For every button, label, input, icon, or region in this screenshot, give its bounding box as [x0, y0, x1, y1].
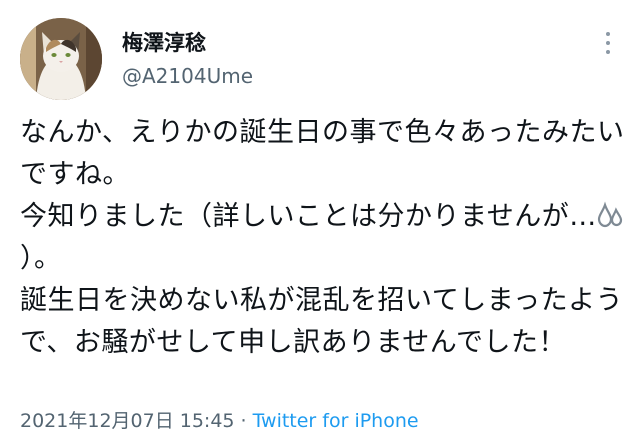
more-dots-icon — [606, 32, 610, 36]
tweet-text: なんか、えりかの誕生日の事で色々あったみたいですね。 今知りました（詳しいことは… — [20, 112, 625, 364]
meta-separator: · — [240, 410, 247, 432]
more-dots-icon-part — [606, 41, 610, 45]
timestamp[interactable]: 2021年12月07日 15:45 — [20, 410, 235, 432]
more-options-button[interactable] — [598, 30, 618, 56]
tweet-meta: 2021年12月07日 15:45 · Twitter for iPhone — [20, 409, 419, 433]
cat-avatar-image — [20, 18, 102, 100]
source-link[interactable]: Twitter for iPhone — [253, 410, 419, 432]
user-handle[interactable]: @A2104Ume — [122, 64, 253, 88]
tweet-text-part-1: なんか、えりかの誕生日の事で色々あったみたいですね。 今知りました（詳しいことは… — [20, 117, 625, 232]
display-name[interactable]: 梅澤淳稔 — [122, 30, 206, 56]
avatar[interactable] — [20, 18, 102, 100]
tweet-text-part-2: ）。 誕生日を決めない私が混乱を招いてしまったようで、お騒がせして申し訳ありませ… — [20, 243, 624, 358]
more-dots-icon-part — [606, 50, 610, 54]
sweat-drops-icon — [597, 200, 625, 228]
